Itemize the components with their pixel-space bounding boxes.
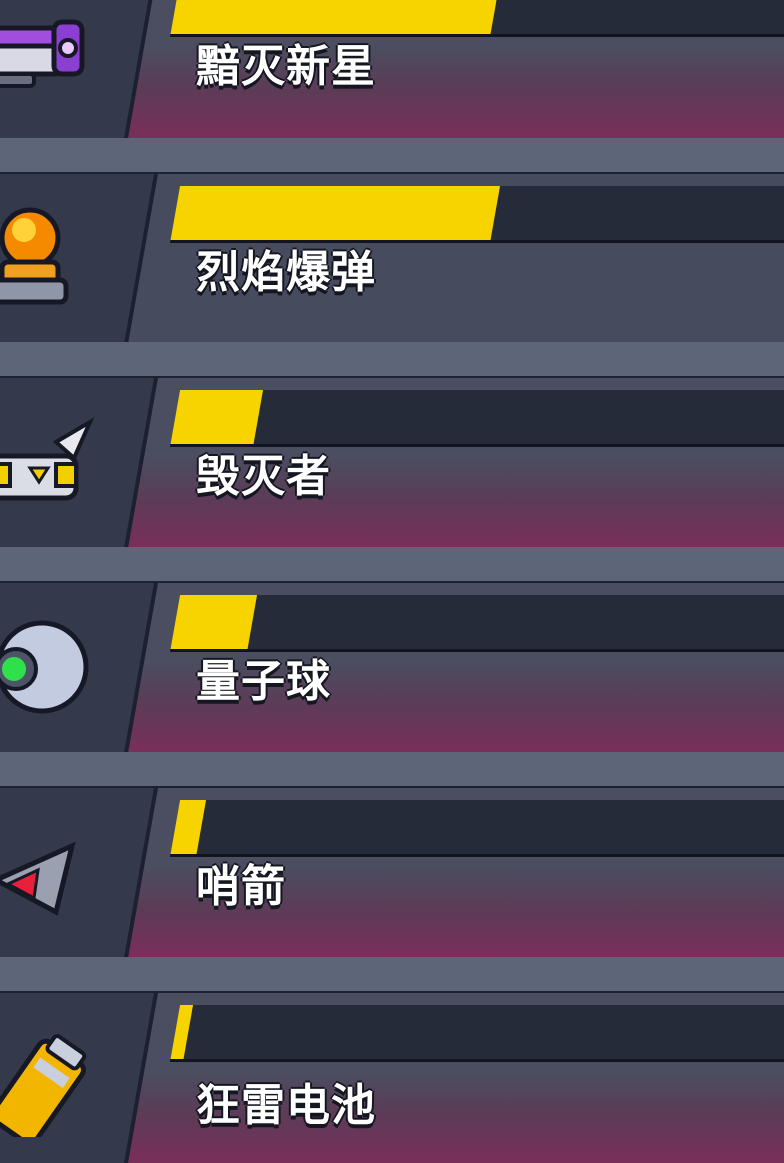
skill-row[interactable]: 黯灭新星: [0, 0, 784, 138]
skill-name: 狂雷电池: [196, 1080, 376, 1131]
skill-progress-fill: [170, 595, 257, 649]
skill-list-screen: { "skills": [ { "name": "黯灭新星", "progres…: [0, 0, 784, 1163]
row-divider: [0, 342, 784, 379]
row-divider: [0, 752, 784, 789]
quantum-orb-icon: [0, 620, 89, 714]
skill-progress-track: [170, 1005, 784, 1062]
skill-progress-track: [170, 390, 784, 447]
skill-name: 烈焰爆弹: [196, 247, 376, 298]
skill-row[interactable]: 量子球: [0, 547, 784, 753]
skill-progress-fill: [170, 0, 501, 34]
row-divider: [0, 957, 784, 994]
skill-row[interactable]: 烈焰爆弹: [0, 138, 784, 344]
skill-name: 哨箭: [196, 861, 286, 912]
destroyer-drone-icon: [0, 417, 95, 501]
sentry-arrow-icon: [0, 841, 76, 916]
skill-row[interactable]: 哨箭: [0, 752, 784, 958]
skill-progress-track: [170, 186, 784, 243]
row-divider: [0, 547, 784, 584]
row-divider: [0, 138, 784, 175]
purple-blaster-icon: [0, 19, 85, 88]
fire-bomb-icon: [0, 207, 69, 305]
skill-progress-fill: [170, 390, 264, 444]
skill-name: 黯灭新星: [196, 41, 376, 92]
skill-progress-track: [170, 595, 784, 652]
skill-row[interactable]: 毁灭者: [0, 342, 784, 548]
skill-row[interactable]: 狂雷电池: [0, 957, 784, 1163]
skill-progress-track: [170, 800, 784, 857]
skill-name: 毁灭者: [196, 451, 331, 502]
skill-name: 量子球: [196, 656, 331, 707]
skill-progress-fill: [170, 186, 501, 240]
thunder-battery-icon: [0, 1034, 87, 1137]
